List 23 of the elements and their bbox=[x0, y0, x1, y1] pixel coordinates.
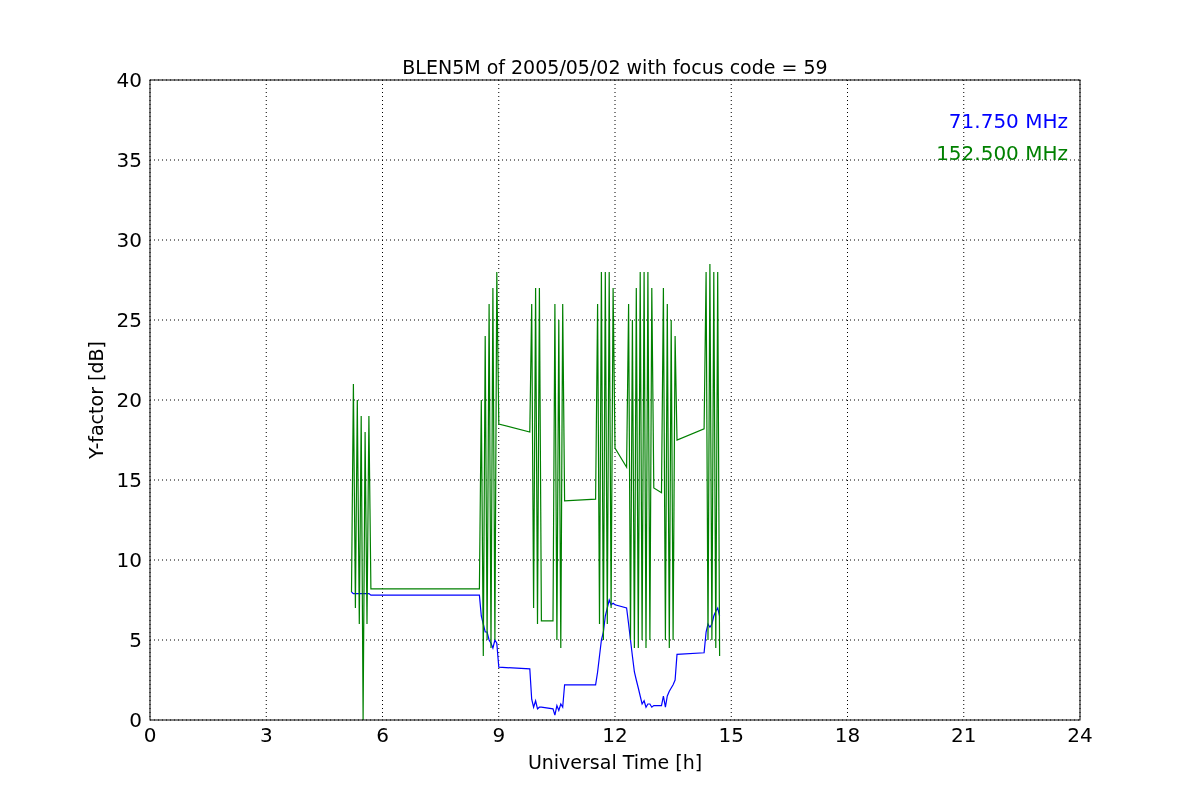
chart-title: BLEN5M of 2005/05/02 with focus code = 59 bbox=[402, 56, 828, 78]
y-tick-label: 5 bbox=[129, 628, 142, 652]
y-tick-label: 35 bbox=[116, 148, 142, 172]
y-tick-label: 30 bbox=[116, 228, 142, 252]
x-tick-label: 9 bbox=[492, 723, 506, 747]
x-tick-label: 15 bbox=[718, 723, 744, 747]
x-tick-label: 0 bbox=[143, 723, 157, 747]
x-tick-label: 3 bbox=[259, 723, 273, 747]
x-axis-label: Universal Time [h] bbox=[527, 751, 703, 773]
x-tick-label: 12 bbox=[602, 723, 628, 747]
y-tick-label: 15 bbox=[116, 468, 142, 492]
x-tick-label: 18 bbox=[834, 723, 861, 747]
legend-label: 152.500 MHz bbox=[936, 141, 1068, 165]
x-tick-label: 24 bbox=[1067, 723, 1093, 747]
y-tick-label: 10 bbox=[116, 548, 142, 572]
x-tick-label: 6 bbox=[376, 723, 389, 747]
y-tick-label: 0 bbox=[129, 708, 142, 732]
y-tick-label: 20 bbox=[116, 388, 142, 412]
legend-label: 71.750 MHz bbox=[948, 109, 1068, 133]
y-tick-label: 40 bbox=[116, 68, 142, 92]
x-tick-label: 21 bbox=[951, 723, 977, 747]
y-tick-label: 25 bbox=[116, 308, 142, 332]
y-axis-label: Y-factor [dB] bbox=[85, 341, 107, 459]
